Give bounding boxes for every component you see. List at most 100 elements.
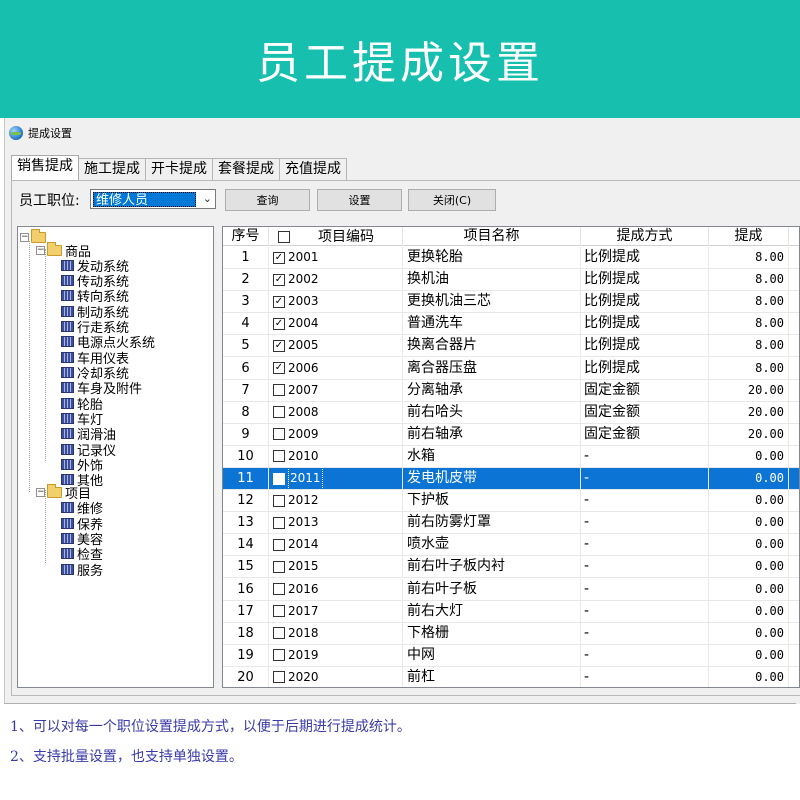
row-checkbox[interactable] bbox=[273, 560, 285, 573]
tab-recharge-commission[interactable]: 充值提成 bbox=[279, 158, 347, 180]
cell-amount: 20.00 bbox=[709, 401, 789, 423]
row-checkbox[interactable] bbox=[273, 605, 285, 618]
cell-code: 2007 bbox=[269, 379, 403, 401]
collapse-icon[interactable]: − bbox=[20, 232, 29, 242]
table-row[interactable]: 10 2010 水箱 -0.00 bbox=[223, 445, 799, 468]
cell-mode: 比例提成 bbox=[581, 357, 709, 379]
row-checkbox[interactable]: ✓ bbox=[273, 317, 285, 330]
row-checkbox[interactable] bbox=[273, 538, 285, 551]
close-button[interactable]: 关闭(C) bbox=[408, 189, 496, 211]
table-row[interactable]: 4 ✓ 2004 普通洗车 比例提成 8.00 bbox=[223, 313, 799, 336]
cell-name: 更换轮胎 bbox=[403, 247, 581, 268]
table-row[interactable]: 11 2011 发电机皮带 -0.00 bbox=[223, 468, 799, 490]
cell-amount: 0.00 bbox=[709, 468, 789, 489]
table-row[interactable]: 19 2019 中网 -0.00 bbox=[223, 644, 799, 667]
table-row[interactable]: 13 2013 前右防雾灯罩 -0.00 bbox=[223, 512, 799, 535]
cell-no: 16 bbox=[223, 578, 269, 600]
header-code[interactable]: 项目编码 bbox=[269, 227, 403, 246]
table-row[interactable]: 14 2014 喷水壶 -0.00 bbox=[223, 534, 799, 557]
table-row[interactable]: 6 ✓ 2006 离合器压盘 比例提成 8.00 bbox=[223, 357, 799, 380]
row-checkbox[interactable] bbox=[273, 494, 285, 507]
select-all-checkbox[interactable] bbox=[278, 230, 290, 243]
cell-code-text: 2005 bbox=[288, 338, 319, 353]
row-checkbox[interactable]: ✓ bbox=[273, 295, 285, 308]
table-row[interactable]: 7 2007 分离轴承 固定金额 20.00 bbox=[223, 379, 799, 402]
cell-mode: - bbox=[581, 534, 709, 556]
cell-name: 前右叶子板内衬 bbox=[403, 556, 581, 578]
cell-code-text: 2015 bbox=[288, 559, 319, 574]
tab-card-commission[interactable]: 开卡提成 bbox=[145, 158, 213, 180]
row-checkbox[interactable] bbox=[273, 671, 285, 684]
table-row[interactable]: 3 ✓ 2003 更换机油三芯 比例提成 8.00 bbox=[223, 291, 799, 314]
category-icon bbox=[61, 443, 74, 455]
table-row[interactable]: 15 2015 前右叶子板内衬 -0.00 bbox=[223, 556, 799, 579]
tree-item-label: 服务 bbox=[77, 563, 104, 579]
table-row[interactable]: 12 2012 下护板 -0.00 bbox=[223, 490, 799, 513]
table-row[interactable]: 18 2018 下格栅 -0.00 bbox=[223, 622, 799, 645]
category-tree[interactable]: − − 商品 发动系统 传动系统 转向系统 制动系统 行走系统 电源点火系统 车… bbox=[17, 226, 214, 688]
header-no[interactable]: 序号 bbox=[223, 227, 269, 246]
table-row[interactable]: 1 ✓ 2001 更换轮胎 比例提成 8.00 bbox=[223, 247, 799, 269]
tab-package-commission[interactable]: 套餐提成 bbox=[212, 158, 280, 180]
table-row[interactable]: 17 2017 前右大灯 -0.00 bbox=[223, 600, 799, 623]
row-checkbox[interactable] bbox=[273, 384, 285, 397]
header-name[interactable]: 项目名称 bbox=[403, 227, 581, 246]
row-checkbox[interactable] bbox=[273, 649, 285, 662]
table-row[interactable]: 16 2016 前右叶子板 -0.00 bbox=[223, 578, 799, 601]
cell-code-text: 2004 bbox=[288, 316, 319, 331]
cell-no: 19 bbox=[223, 644, 269, 666]
row-checkbox[interactable] bbox=[273, 627, 285, 640]
commission-grid[interactable]: 序号 项目编码 项目名称 提成方式 提成 1 ✓ 2001 更换轮胎 比例提成 8.00 2… bbox=[222, 226, 800, 688]
cell-mode: 比例提成 bbox=[581, 313, 709, 335]
row-checkbox[interactable] bbox=[273, 472, 285, 485]
header-mode[interactable]: 提成方式 bbox=[581, 227, 709, 246]
cell-name: 喷水壶 bbox=[403, 534, 581, 556]
chevron-down-icon[interactable]: ⌄ bbox=[203, 192, 212, 205]
cell-amount: 20.00 bbox=[709, 379, 789, 401]
note-2: 2、支持批量设置，也支持单独设置。 bbox=[10, 749, 243, 765]
table-row[interactable]: 8 2008 前右哈头 固定金额 20.00 bbox=[223, 401, 799, 424]
table-row[interactable]: 20 2020 前杠 -0.00 bbox=[223, 666, 799, 687]
collapse-icon[interactable]: − bbox=[36, 245, 45, 255]
cell-code: ✓ 2005 bbox=[269, 335, 403, 357]
window-title: 提成设置 bbox=[28, 127, 72, 140]
cell-code-text: 2008 bbox=[288, 404, 319, 419]
set-button[interactable]: 设置 bbox=[317, 189, 402, 211]
cell-code-text: 2009 bbox=[288, 426, 319, 441]
tab-construction-commission[interactable]: 施工提成 bbox=[78, 158, 146, 180]
row-checkbox[interactable]: ✓ bbox=[273, 362, 285, 374]
row-checkbox[interactable] bbox=[273, 450, 285, 463]
table-row[interactable]: 2 ✓ 2002 换机油 比例提成 8.00 bbox=[223, 269, 799, 292]
row-checkbox[interactable] bbox=[273, 583, 285, 595]
row-checkbox[interactable] bbox=[273, 516, 285, 529]
cell-mode: - bbox=[581, 490, 709, 512]
cell-mode: - bbox=[581, 666, 709, 687]
row-checkbox[interactable] bbox=[273, 428, 285, 441]
cell-mode: - bbox=[581, 578, 709, 600]
row-checkbox[interactable]: ✓ bbox=[273, 339, 285, 352]
cell-amount: 8.00 bbox=[709, 335, 789, 357]
row-checkbox[interactable]: ✓ bbox=[273, 273, 285, 286]
cell-mode: 比例提成 bbox=[581, 247, 709, 268]
table-row[interactable]: 5 ✓ 2005 换离合器片 比例提成 8.00 bbox=[223, 335, 799, 358]
position-select[interactable]: 维修人员 ⌄ bbox=[90, 189, 216, 209]
position-label: 员工职位: bbox=[19, 193, 80, 209]
row-checkbox[interactable]: ✓ bbox=[273, 251, 285, 264]
header-amount[interactable]: 提成 bbox=[709, 227, 789, 246]
cell-code-text: 2013 bbox=[288, 515, 319, 530]
tab-sales-commission[interactable]: 销售提成 bbox=[11, 155, 79, 180]
tab-strip: 销售提成 施工提成 开卡提成 套餐提成 充值提成 bbox=[11, 155, 347, 180]
query-button[interactable]: 查询 bbox=[225, 189, 310, 211]
cell-no: 17 bbox=[223, 600, 269, 622]
cell-amount: 0.00 bbox=[709, 512, 789, 534]
row-checkbox[interactable] bbox=[273, 406, 285, 419]
tree-item[interactable]: 服务 bbox=[61, 561, 104, 579]
cell-mode: - bbox=[581, 556, 709, 578]
cell-name: 换机油 bbox=[403, 269, 581, 291]
table-row[interactable]: 9 2009 前右轴承 固定金额 20.00 bbox=[223, 423, 799, 446]
divider bbox=[4, 703, 796, 704]
collapse-icon[interactable]: − bbox=[36, 487, 45, 497]
cell-mode: - bbox=[581, 512, 709, 534]
cell-no: 13 bbox=[223, 512, 269, 534]
cell-no: 4 bbox=[223, 313, 269, 335]
